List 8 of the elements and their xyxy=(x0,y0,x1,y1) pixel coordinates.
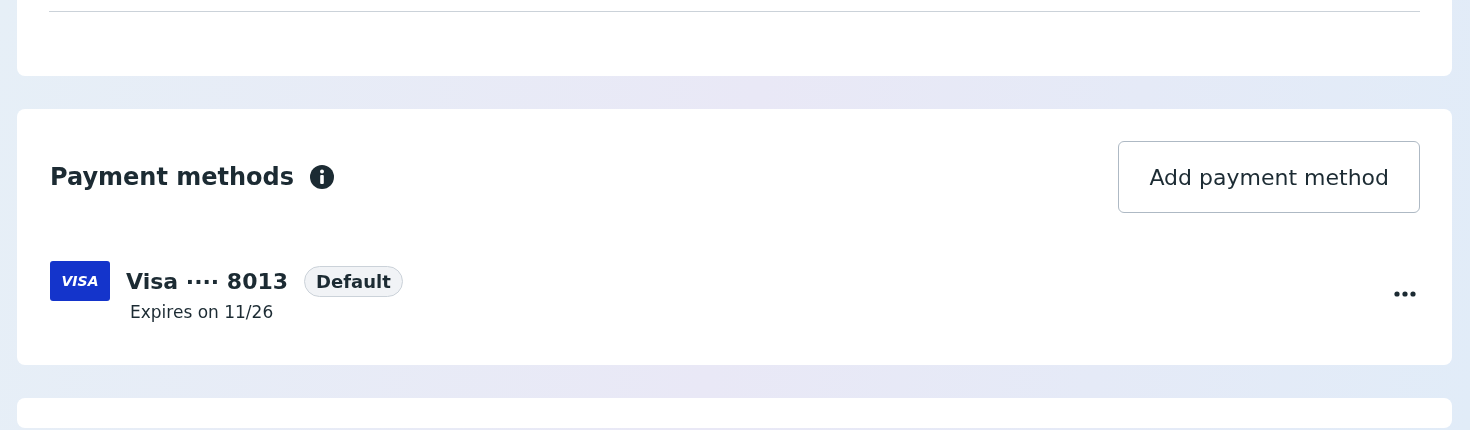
card-name: Visa ···· 8013 xyxy=(126,267,289,296)
info-icon[interactable] xyxy=(310,165,335,189)
section-title: Payment methods xyxy=(50,162,295,193)
expiry-text: Expires on 11/26 xyxy=(130,301,275,324)
more-icon xyxy=(1394,290,1416,297)
card-logo: VISA xyxy=(50,261,110,301)
add-payment-method-button[interactable]: Add payment method xyxy=(1118,141,1420,213)
default-badge: Default xyxy=(304,265,403,297)
